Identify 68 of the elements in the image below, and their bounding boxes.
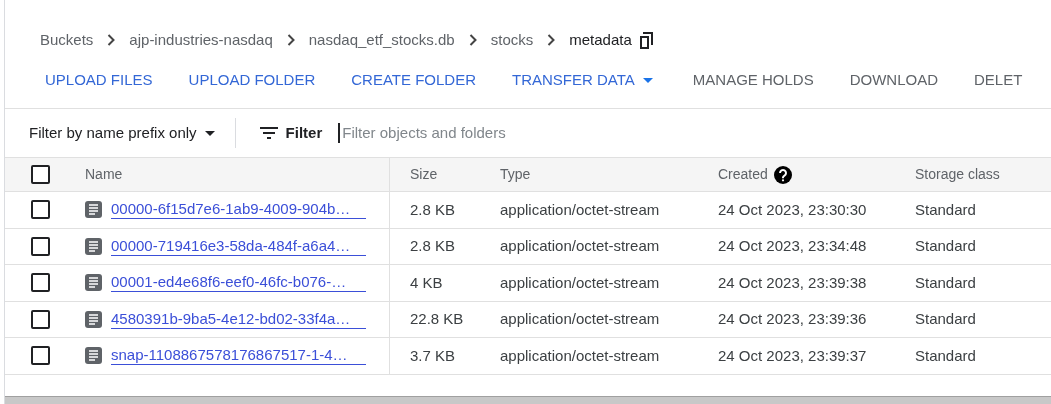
file-link[interactable]: 00001-ed4e68f6-eef0-46fc-b076-… bbox=[111, 273, 366, 293]
filter-button[interactable]: Filter bbox=[259, 121, 323, 145]
file-icon bbox=[85, 310, 102, 328]
dropdown-button[interactable]: TRANSFER DATA bbox=[496, 62, 669, 98]
chevron-right-icon bbox=[286, 34, 295, 46]
chevron-right-icon bbox=[107, 34, 116, 46]
created-text: 24 Oct 2023, 23:39:38 bbox=[718, 273, 867, 291]
storage-class-text: Standard bbox=[915, 200, 976, 218]
column-header: Created bbox=[718, 165, 768, 184]
size-text: 22.8 KB bbox=[410, 309, 464, 329]
created-text: 24 Oct 2023, 23:30:30 bbox=[718, 200, 867, 218]
file-icon bbox=[85, 347, 102, 365]
type-text: application/octet-stream bbox=[500, 237, 660, 254]
table-row[interactable]: 00000-6f15d7e6-1ab9-4009-904b… 2.8 KB application/octet-stream 24 Oct 2023, 23:30:30 Standard bbox=[5, 192, 1051, 229]
horizontal-scrollbar[interactable] bbox=[5, 396, 1051, 404]
storage-class-text: Standard bbox=[915, 346, 976, 364]
chevron-right-icon bbox=[547, 34, 556, 46]
table-row[interactable]: 00000-719416e3-58da-484f-a6a4… 2.8 KB application/octet-stream 24 Oct 2023, 23:34:48 Standard bbox=[5, 228, 1051, 265]
filter-mode-dropdown[interactable]: Filter by name prefix only bbox=[29, 118, 236, 148]
caret-icon bbox=[204, 130, 215, 136]
checkbox[interactable] bbox=[31, 200, 50, 220]
created-text: 24 Oct 2023, 23:34:48 bbox=[718, 237, 867, 254]
type-text: application/octet-stream bbox=[500, 310, 660, 327]
created-text: 24 Oct 2023, 23:39:36 bbox=[718, 310, 867, 327]
breadcrumb-link[interactable]: ajp-industries-nasdaq bbox=[129, 28, 273, 52]
breadcrumb-link[interactable]: stocks bbox=[490, 28, 534, 52]
file-icon bbox=[85, 274, 102, 292]
breadcrumb-link[interactable]: Buckets bbox=[40, 28, 94, 52]
file-icon bbox=[85, 201, 102, 219]
column-header: Type bbox=[500, 165, 531, 184]
chevron-right-icon bbox=[468, 34, 477, 46]
filter-icon bbox=[259, 127, 278, 139]
checkbox[interactable] bbox=[31, 165, 50, 184]
file-icon bbox=[85, 237, 102, 255]
type-text: application/octet-stream bbox=[500, 346, 660, 364]
size-text: 2.8 KB bbox=[410, 199, 456, 220]
column-header: Name bbox=[85, 165, 123, 184]
column-header: Size bbox=[410, 165, 438, 184]
table-row[interactable]: 00001-ed4e68f6-eef0-46fc-b076-… 4 KB application/octet-stream 24 Oct 2023, 23:39:38 Standard bbox=[5, 265, 1051, 302]
toolbar-button[interactable]: UPLOAD FOLDER bbox=[172, 62, 332, 98]
table-row[interactable]: 4580391b-9ba5-4e12-bd02-33f4a… 22.8 KB application/octet-stream 24 Oct 2023, 23:39:36 Standard bbox=[5, 301, 1051, 338]
table-row[interactable]: snap-1108867578176867517-1-4… 3.7 KB application/octet-stream 24 Oct 2023, 23:39:37 Standard bbox=[5, 338, 1051, 375]
size-text: 4 KB bbox=[410, 272, 443, 293]
column-header: Storage class bbox=[915, 165, 1000, 184]
checkbox[interactable] bbox=[31, 273, 50, 293]
checkbox[interactable] bbox=[31, 236, 50, 256]
checkbox[interactable] bbox=[31, 309, 50, 329]
size-text: 3.7 KB bbox=[410, 345, 456, 366]
breadcrumb-link[interactable]: metadata bbox=[569, 28, 632, 52]
type-text: application/octet-stream bbox=[500, 200, 660, 218]
copy-icon[interactable] bbox=[639, 31, 654, 49]
file-link[interactable]: 00000-6f15d7e6-1ab9-4009-904b… bbox=[111, 200, 366, 220]
storage-class-text: Standard bbox=[915, 310, 976, 327]
breadcrumb-link[interactable]: nasdaq_etf_stocks.db bbox=[308, 28, 455, 52]
storage-class-text: Standard bbox=[915, 237, 976, 254]
help-icon[interactable] bbox=[773, 165, 792, 184]
toolbar-button[interactable]: CREATE FOLDER bbox=[335, 62, 492, 98]
type-text: application/octet-stream bbox=[500, 273, 660, 291]
toolbar-button[interactable]: UPLOAD FILES bbox=[29, 62, 169, 98]
checkbox[interactable] bbox=[31, 346, 50, 366]
file-link[interactable]: 00000-719416e3-58da-484f-a6a4… bbox=[111, 236, 366, 256]
caret-icon bbox=[642, 77, 653, 83]
created-text: 24 Oct 2023, 23:39:37 bbox=[718, 346, 867, 364]
storage-class-text: Standard bbox=[915, 273, 976, 291]
file-link[interactable]: snap-1108867578176867517-1-4… bbox=[111, 346, 366, 366]
filter-input-field[interactable]: Filter objects and folders bbox=[338, 123, 739, 143]
size-text: 2.8 KB bbox=[410, 236, 456, 256]
file-link[interactable]: 4580391b-9ba5-4e12-bd02-33f4a… bbox=[111, 309, 366, 329]
